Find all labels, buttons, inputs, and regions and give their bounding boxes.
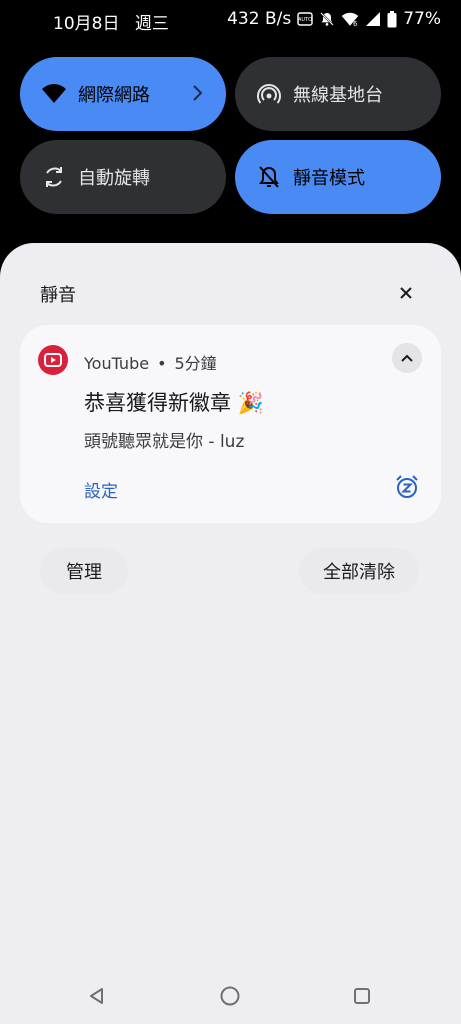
notification-card[interactable]: YouTube • 5分鐘 恭喜獲得新徽章 🎉 頭號聽眾就是你 - luz 設定 — [20, 325, 441, 523]
notification-header: YouTube • 5分鐘 — [84, 350, 217, 374]
svg-text:AUTO: AUTO — [298, 17, 312, 23]
back-icon — [90, 988, 103, 1004]
battery-percent: 77% — [403, 9, 441, 29]
wifi-icon: 6 — [40, 80, 68, 108]
status-left: 10月8日 週三 — [53, 9, 179, 34]
tile-internet-label: 網際網路 — [78, 85, 150, 106]
manage-button[interactable]: 管理 — [40, 548, 128, 594]
notification-body: 頭號聽眾就是你 - luz — [84, 432, 245, 452]
youtube-icon — [38, 345, 68, 375]
recents-button[interactable] — [350, 984, 374, 1008]
svg-text:6: 6 — [353, 20, 357, 27]
snooze-button[interactable] — [393, 473, 421, 501]
tile-hotspot-label: 無線基地台 — [293, 85, 383, 106]
status-bar: 10月8日 週三 432 B/s AUTO 6 77% — [0, 0, 461, 38]
snooze-alarm-icon — [396, 475, 418, 498]
hdr-icon: AUTO — [297, 12, 313, 26]
rotate-icon — [40, 163, 68, 191]
recents-icon — [354, 988, 370, 1004]
tile-autorotate[interactable]: 自動旋轉 — [20, 140, 226, 214]
bell-off-icon — [255, 163, 283, 191]
tile-silent-mode[interactable]: 靜音模式 — [235, 140, 441, 214]
collapse-button[interactable] — [392, 343, 422, 373]
tile-silent-mode-label: 靜音模式 — [293, 168, 365, 189]
hotspot-icon — [255, 80, 283, 108]
home-icon — [220, 986, 240, 1006]
separator-dot: • — [157, 354, 167, 373]
clear-all-button[interactable]: 全部清除 — [299, 548, 419, 594]
wifi-signal-icon: 6 — [341, 11, 359, 27]
status-net-speed: 432 B/s — [227, 9, 292, 29]
svg-text:6: 6 — [57, 97, 63, 105]
back-button[interactable] — [85, 984, 109, 1008]
status-date: 10月8日 — [53, 14, 120, 34]
settings-action-button[interactable]: 設定 — [84, 477, 118, 502]
navigation-bar — [0, 970, 461, 1024]
tile-autorotate-label: 自動旋轉 — [78, 168, 150, 189]
notification-title: 恭喜獲得新徽章 🎉 — [84, 391, 264, 415]
home-button[interactable] — [218, 984, 242, 1008]
status-weekday: 週三 — [134, 14, 169, 34]
section-header: 靜音 — [40, 285, 76, 306]
notification-time: 5分鐘 — [174, 354, 217, 373]
chevron-up-icon — [401, 354, 413, 362]
notification-panel: 靜音 YouTube • 5分鐘 恭喜獲得新徽章 🎉 頭號聽眾就是你 - luz 設… — [0, 243, 461, 1024]
status-right: 432 B/s AUTO 6 77% — [227, 9, 441, 29]
mute-icon — [319, 11, 335, 27]
app-name: YouTube — [84, 354, 150, 373]
chevron-right-icon — [192, 82, 204, 109]
close-icon — [400, 287, 412, 299]
tile-hotspot[interactable]: 無線基地台 — [235, 57, 441, 131]
cell-signal-icon — [365, 11, 381, 27]
tile-internet[interactable]: 6 網際網路 — [20, 57, 226, 131]
close-button[interactable] — [395, 282, 417, 304]
battery-icon — [387, 10, 397, 28]
